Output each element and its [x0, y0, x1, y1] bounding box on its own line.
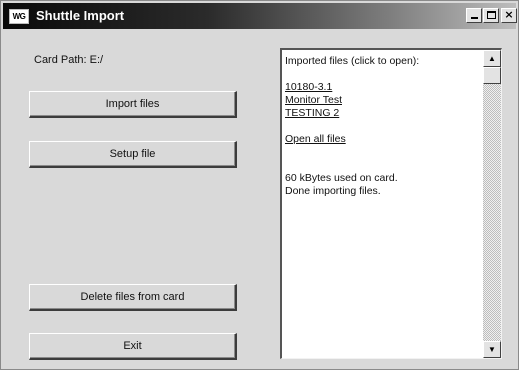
status-text: 60 kBytes used on card. [285, 172, 398, 184]
title-bar[interactable]: WG Shuttle Import × [3, 3, 517, 29]
vertical-scrollbar[interactable]: ▲ ▼ [483, 50, 501, 358]
scroll-up-button[interactable]: ▲ [483, 50, 501, 67]
imported-files-list[interactable]: Imported files (click to open): 10180-3.… [280, 48, 502, 359]
open-all-files-link[interactable]: Open all files [285, 133, 481, 146]
setup-file-button[interactable]: Setup file [29, 141, 237, 168]
import-files-button[interactable]: Import files [29, 91, 237, 118]
app-icon: WG [9, 9, 29, 24]
window-title: Shuttle Import [36, 8, 125, 23]
minimize-icon [471, 17, 478, 19]
close-button[interactable]: × [501, 8, 517, 23]
minimize-button[interactable] [466, 8, 482, 23]
arrow-up-icon: ▲ [488, 54, 496, 63]
exit-button[interactable]: Exit [29, 333, 237, 360]
list-header: Imported files (click to open): [285, 55, 420, 67]
status-text: Done importing files. [285, 185, 381, 197]
arrow-down-icon: ▼ [488, 345, 496, 354]
card-path-label: Card Path: E:/ [34, 54, 104, 66]
delete-files-button[interactable]: Delete files from card [29, 284, 237, 311]
list-content: Imported files (click to open): 10180-3.… [285, 55, 481, 198]
file-link[interactable]: TESTING 2 [285, 107, 481, 120]
maximize-button[interactable] [483, 8, 499, 23]
scroll-down-button[interactable]: ▼ [483, 341, 501, 358]
file-link[interactable]: 10180-3.1 [285, 81, 481, 94]
file-link[interactable]: Monitor Test [285, 94, 481, 107]
close-icon: × [504, 8, 514, 21]
scroll-thumb[interactable] [483, 67, 501, 84]
maximize-icon [487, 11, 496, 19]
shuttle-import-window: WG Shuttle Import × Card Path: E:/ Impor… [0, 0, 519, 370]
